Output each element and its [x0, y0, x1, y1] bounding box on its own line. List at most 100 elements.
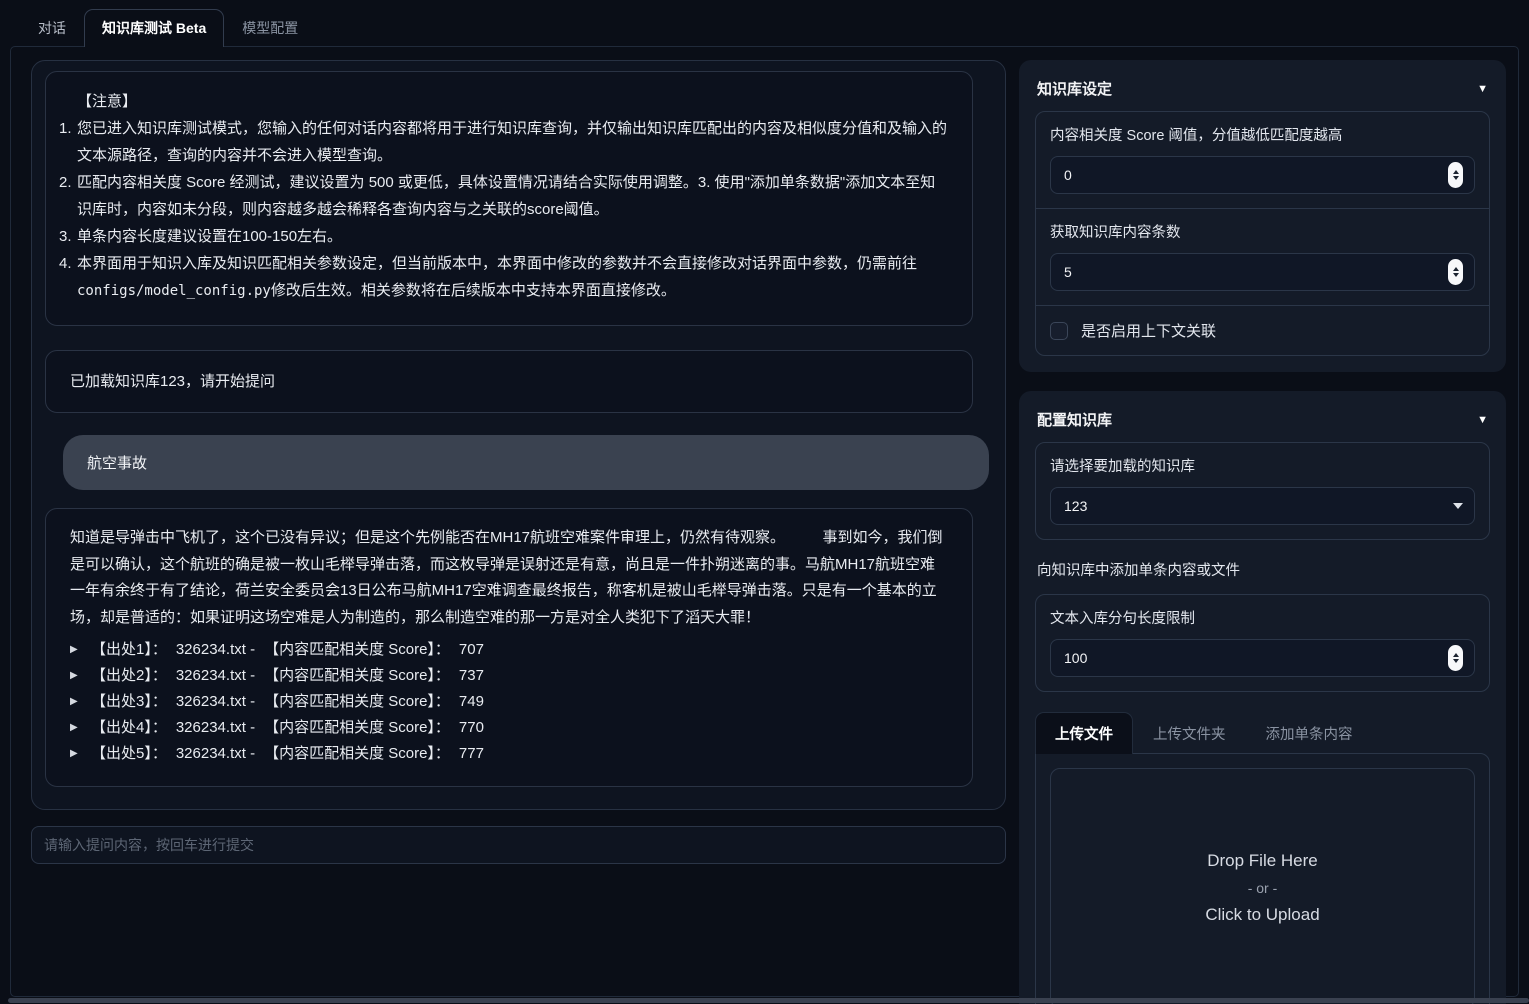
add-content-label: 向知识库中添加单条内容或文件 [1037, 559, 1488, 580]
tab-knowledge-test[interactable]: 知识库测试 Beta [84, 9, 224, 47]
notice-item-marker: 2. [59, 169, 77, 223]
kb-select-value: 123 [1064, 498, 1087, 514]
expand-arrow-icon: ▶ [70, 636, 82, 663]
kb-select-dropdown[interactable]: 123 [1050, 487, 1475, 525]
notice-item-text: 单条内容长度建议设置在100-150左右。 [77, 223, 947, 250]
tab-content-container: 【注意】 1. 您已进入知识库测试模式，您输入的任何对话内容都将用于进行知识库查… [10, 46, 1519, 997]
sentence-limit-field: 文本入库分句长度限制 100 [1036, 595, 1489, 691]
score-threshold-input[interactable]: 0 [1050, 156, 1475, 194]
context-link-checkbox-row[interactable]: 是否启用上下文关联 [1036, 305, 1489, 355]
source-score: 770 [459, 714, 484, 741]
source-score: 777 [459, 740, 484, 767]
source-row-5[interactable]: ▶ 【出处5】： 326234.txt - 【内容匹配相关度 Score】： 7… [70, 740, 948, 766]
spinner-updown-icon[interactable] [1448, 645, 1463, 671]
source-file: 326234.txt - [176, 662, 255, 689]
source-score-label: 【内容匹配相关度 Score】： [264, 662, 450, 689]
collapse-arrow-icon: ▼ [1477, 83, 1488, 95]
topk-value: 5 [1064, 264, 1072, 280]
kb-config-accordion-header[interactable]: 配置知识库 ▼ [1035, 399, 1490, 442]
kb-config-accordion: 配置知识库 ▼ 请选择要加载的知识库 123 向知识库中添加单条内容或文件 文本… [1019, 391, 1506, 1004]
source-score: 749 [459, 688, 484, 715]
tab-upload-folder[interactable]: 上传文件夹 [1133, 712, 1246, 754]
tab-model-config[interactable]: 模型配置 [224, 9, 316, 47]
topk-input[interactable]: 5 [1050, 253, 1475, 291]
notice-item: 1. 您已进入知识库测试模式，您输入的任何对话内容都将用于进行知识库查询，并仅输… [59, 115, 947, 169]
source-file: 326234.txt - [176, 636, 255, 663]
sentence-limit-label: 文本入库分句长度限制 [1050, 607, 1475, 628]
kb-select-label: 请选择要加载的知识库 [1050, 455, 1475, 476]
score-threshold-field: 内容相关度 Score 阈值，分值越低匹配度越高 0 [1036, 112, 1489, 208]
bot-message-text: 已加载知识库123，请开始提问 [70, 373, 275, 390]
sentence-limit-input[interactable]: 100 [1050, 639, 1475, 677]
source-score-label: 【内容匹配相关度 Score】： [264, 636, 450, 663]
score-threshold-value: 0 [1064, 167, 1072, 183]
source-label: 【出处1】： [91, 636, 167, 663]
file-dropzone[interactable]: Drop File Here - or - Click to Upload [1050, 768, 1475, 1004]
sentence-limit-value: 100 [1064, 650, 1087, 666]
notice-item-text: 本界面用于知识入库及知识匹配相关参数设定，但当前版本中，本界面中修改的参数并不会… [77, 250, 947, 305]
spinner-updown-icon[interactable] [1448, 162, 1463, 188]
user-message-text: 航空事故 [87, 455, 147, 472]
source-list: ▶ 【出处1】： 326234.txt - 【内容匹配相关度 Score】： 7… [70, 636, 948, 766]
top-tab-bar: 对话 知识库测试 Beta 模型配置 [0, 0, 1529, 46]
horizontal-scrollbar[interactable] [8, 998, 1529, 1003]
notice-message: 【注意】 1. 您已进入知识库测试模式，您输入的任何对话内容都将用于进行知识库查… [45, 71, 973, 326]
kb-select-field: 请选择要加载的知识库 123 [1036, 443, 1489, 539]
source-score-label: 【内容匹配相关度 Score】： [264, 714, 450, 741]
question-input[interactable] [31, 826, 1006, 864]
source-label: 【出处2】： [91, 662, 167, 689]
config-file-path: configs/model_config.py [77, 283, 271, 299]
kb-select-form: 请选择要加载的知识库 123 [1035, 442, 1490, 540]
source-label: 【出处3】： [91, 688, 167, 715]
collapse-arrow-icon: ▼ [1477, 414, 1488, 426]
source-row-3[interactable]: ▶ 【出处3】： 326234.txt - 【内容匹配相关度 Score】： 7… [70, 688, 948, 714]
notice-item: 4. 本界面用于知识入库及知识匹配相关参数设定，但当前版本中，本界面中修改的参数… [59, 250, 947, 305]
source-score: 737 [459, 662, 484, 689]
response-paragraph: 知道是导弹击中飞机了，这个已没有异议；但是这个先例能否在MH17航班空难案件审理… [70, 525, 948, 631]
dropzone-line2: - or - [1248, 880, 1278, 896]
kb-settings-accordion: 知识库设定 ▼ 内容相关度 Score 阈值，分值越低匹配度越高 0 获取知识库… [1019, 60, 1506, 372]
topk-label: 获取知识库内容条数 [1050, 221, 1475, 242]
kb-config-title: 配置知识库 [1037, 409, 1112, 430]
settings-column: 知识库设定 ▼ 内容相关度 Score 阈值，分值越低匹配度越高 0 获取知识库… [1019, 60, 1506, 982]
checkbox-icon[interactable] [1050, 322, 1068, 340]
source-label: 【出处4】： [91, 714, 167, 741]
notice-item-marker: 3. [59, 223, 77, 250]
notice-item-text-post: 修改后生效。相关参数将在后续版本中支持本界面直接修改。 [271, 282, 676, 299]
tab-upload-file[interactable]: 上传文件 [1035, 712, 1133, 754]
upload-tab-content: Drop File Here - or - Click to Upload 上传… [1035, 753, 1490, 1004]
source-score-label: 【内容匹配相关度 Score】： [264, 740, 450, 767]
kb-settings-title: 知识库设定 [1037, 78, 1112, 99]
notice-item-text-pre: 本界面用于知识入库及知识匹配相关参数设定，但当前版本中，本界面中修改的参数并不会… [77, 255, 917, 272]
tab-chat[interactable]: 对话 [20, 9, 84, 47]
user-message: 航空事故 [63, 435, 989, 490]
bot-message-loaded: 已加载知识库123，请开始提问 [45, 350, 973, 413]
spinner-updown-icon[interactable] [1448, 259, 1463, 285]
source-label: 【出处5】： [91, 740, 167, 767]
bot-response-message: 知道是导弹击中飞机了，这个已没有异议；但是这个先例能否在MH17航班空难案件审理… [45, 508, 973, 787]
notice-item: 2. 匹配内容相关度 Score 经测试，建议设置为 500 或更低，具体设置情… [59, 169, 947, 223]
kb-settings-accordion-header[interactable]: 知识库设定 ▼ [1035, 68, 1490, 111]
sentence-limit-form: 文本入库分句长度限制 100 [1035, 594, 1490, 692]
notice-item-text: 您已进入知识库测试模式，您输入的任何对话内容都将用于进行知识库查询，并仅输出知识… [77, 115, 947, 169]
kb-settings-form: 内容相关度 Score 阈值，分值越低匹配度越高 0 获取知识库内容条数 5 [1035, 111, 1490, 356]
dropzone-line3: Click to Upload [1205, 905, 1319, 925]
topk-field: 获取知识库内容条数 5 [1036, 208, 1489, 305]
notice-title: 【注意】 [77, 88, 947, 115]
source-row-2[interactable]: ▶ 【出处2】： 326234.txt - 【内容匹配相关度 Score】： 7… [70, 662, 948, 688]
expand-arrow-icon: ▶ [70, 714, 82, 741]
notice-item-marker: 4. [59, 250, 77, 305]
upload-tab-bar: 上传文件 上传文件夹 添加单条内容 [1035, 712, 1490, 753]
source-row-1[interactable]: ▶ 【出处1】： 326234.txt - 【内容匹配相关度 Score】： 7… [70, 636, 948, 662]
source-row-4[interactable]: ▶ 【出处4】： 326234.txt - 【内容匹配相关度 Score】： 7… [70, 714, 948, 740]
expand-arrow-icon: ▶ [70, 740, 82, 767]
context-link-label: 是否启用上下文关联 [1081, 320, 1216, 341]
chatbot-panel: 【注意】 1. 您已进入知识库测试模式，您输入的任何对话内容都将用于进行知识库查… [31, 60, 1006, 810]
notice-item-text: 匹配内容相关度 Score 经测试，建议设置为 500 或更低，具体设置情况请结… [77, 169, 947, 223]
tab-add-single-content[interactable]: 添加单条内容 [1246, 712, 1373, 754]
expand-arrow-icon: ▶ [70, 662, 82, 689]
chat-column: 【注意】 1. 您已进入知识库测试模式，您输入的任何对话内容都将用于进行知识库查… [31, 60, 1006, 982]
dropzone-line1: Drop File Here [1207, 851, 1318, 871]
source-score-label: 【内容匹配相关度 Score】： [264, 688, 450, 715]
expand-arrow-icon: ▶ [70, 688, 82, 715]
